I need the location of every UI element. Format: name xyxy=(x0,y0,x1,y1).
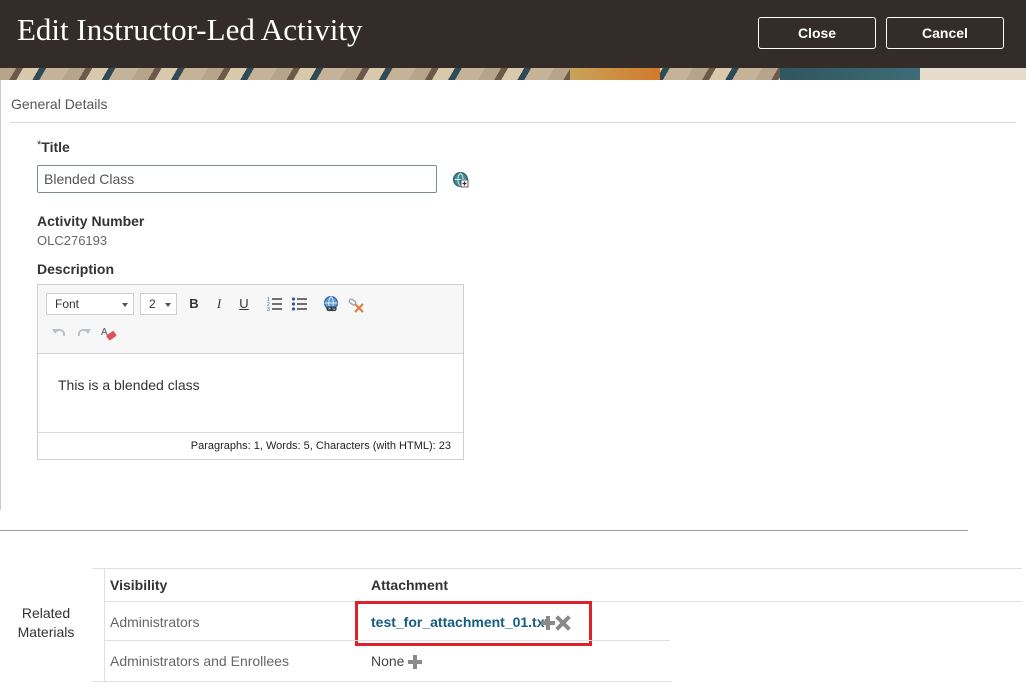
undo-icon[interactable] xyxy=(49,324,69,344)
clear-formatting-icon[interactable]: A xyxy=(99,324,119,344)
table-row-divider xyxy=(104,640,670,641)
description-label: Description xyxy=(37,261,115,277)
banner-accent xyxy=(920,68,1026,80)
attachment-none: None xyxy=(371,653,405,669)
remove-link-icon[interactable] xyxy=(346,294,366,314)
page-header: Edit Instructor-Led Activity Close Cance… xyxy=(0,0,1026,68)
editor-toolbar: Font 2 B I U 1 2 3 A xyxy=(38,285,463,354)
svg-text:3: 3 xyxy=(267,307,270,313)
banner-accent xyxy=(570,68,660,80)
delete-icon[interactable] xyxy=(555,615,571,631)
add-icon[interactable] xyxy=(541,616,555,630)
font-select[interactable]: Font xyxy=(46,293,134,315)
add-icon[interactable] xyxy=(408,655,422,669)
table-bottom-border xyxy=(92,681,672,682)
required-marker: * xyxy=(37,139,42,151)
font-size-select[interactable]: 2 xyxy=(140,293,177,315)
related-materials-label: Related Materials xyxy=(17,605,75,640)
title-input[interactable] xyxy=(37,165,437,193)
activity-number-label: Activity Number xyxy=(37,213,145,229)
activity-number-value: OLC276193 xyxy=(37,233,108,248)
numbered-list-icon[interactable]: 1 2 3 xyxy=(265,294,285,314)
section-divider xyxy=(10,122,1016,123)
font-select-value: Font xyxy=(55,297,80,311)
editor-content[interactable]: This is a blended class xyxy=(58,377,200,393)
banner-accent xyxy=(780,68,920,80)
bold-button[interactable]: B xyxy=(184,294,204,314)
column-header-visibility: Visibility xyxy=(110,577,168,593)
redo-icon[interactable] xyxy=(74,324,94,344)
left-border xyxy=(0,80,1,510)
cancel-button[interactable]: Cancel xyxy=(886,17,1004,49)
column-header-attachment: Attachment xyxy=(371,577,449,593)
table-left-border xyxy=(104,568,105,681)
chevron-down-icon xyxy=(122,303,128,307)
close-button[interactable]: Close xyxy=(758,17,876,49)
table-row-visibility: Administrators and Enrollees xyxy=(110,653,289,669)
chevron-down-icon xyxy=(165,303,171,307)
translate-globe-icon[interactable] xyxy=(452,171,469,188)
underline-button[interactable]: U xyxy=(234,294,254,314)
italic-button[interactable]: I xyxy=(209,294,229,314)
table-row-visibility: Administrators xyxy=(110,614,200,630)
page-title: Edit Instructor-Led Activity xyxy=(17,12,363,47)
table-top-border xyxy=(92,568,1022,569)
attachment-link[interactable]: test_for_attachment_01.txt xyxy=(371,614,549,630)
title-label-text: Title xyxy=(41,139,70,155)
section-separator xyxy=(0,530,968,531)
font-size-value: 2 xyxy=(149,297,156,311)
title-label: *Title xyxy=(37,139,70,155)
description-editor: Font 2 B I U 1 2 3 A This is a blended c… xyxy=(37,284,464,460)
insert-link-icon[interactable] xyxy=(321,294,341,314)
bullet-list-icon[interactable] xyxy=(290,294,310,314)
editor-status-bar: Paragraphs: 1, Words: 5, Characters (wit… xyxy=(38,432,463,459)
section-title-general-details: General Details xyxy=(11,96,108,112)
